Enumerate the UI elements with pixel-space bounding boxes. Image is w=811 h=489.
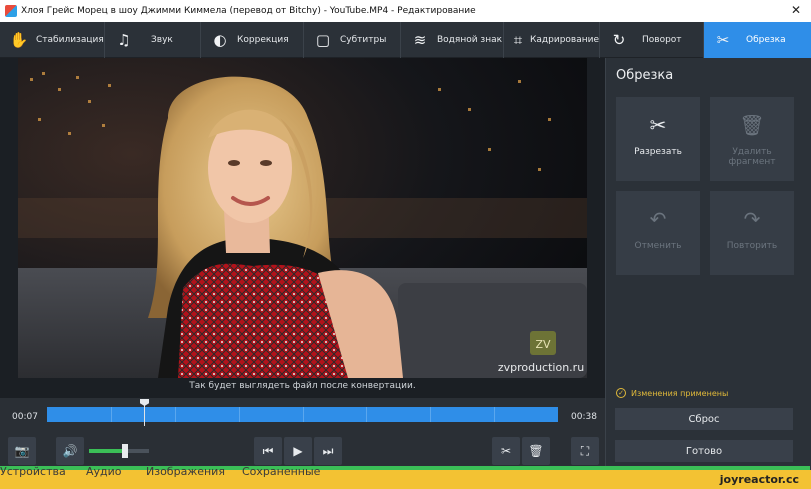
bottom-banner: Устройства Аудио Изображения Сохраненные… bbox=[0, 465, 811, 489]
fullscreen-icon: ⛶ bbox=[580, 443, 590, 458]
tab-label: Поворот bbox=[642, 35, 682, 45]
delete-button[interactable]: 🗑 bbox=[522, 437, 550, 465]
tab-label: Коррекция bbox=[237, 35, 289, 45]
watermark-text: zvproduction.ru bbox=[498, 361, 584, 374]
trash-icon: 🗑 bbox=[739, 113, 765, 137]
done-button[interactable]: Готово bbox=[615, 440, 793, 462]
next-button[interactable]: ⏭ bbox=[314, 437, 342, 465]
scissors-icon: ✂ bbox=[500, 444, 512, 458]
tab-crop[interactable]: ⌗ Кадрирование bbox=[504, 22, 600, 58]
status-text: Изменения применены bbox=[631, 388, 729, 398]
background-tab: Сохраненные bbox=[242, 465, 321, 478]
skip-forward-icon: ⏭ bbox=[322, 443, 334, 458]
snapshot-button[interactable]: 📷 bbox=[8, 437, 36, 465]
video-frame[interactable]: ZV zvproduction.ru bbox=[18, 58, 587, 378]
tab-rotate[interactable]: ↻ Поворот bbox=[600, 22, 704, 58]
volume-fill bbox=[89, 449, 125, 453]
reset-button[interactable]: Сброс bbox=[615, 408, 793, 430]
tab-watermark[interactable]: ≋ Водяной знак bbox=[401, 22, 504, 58]
tab-label: Водяной знак bbox=[437, 35, 503, 45]
panel-title: Обрезка bbox=[616, 68, 674, 83]
site-watermark: joyreactor.cc bbox=[719, 473, 799, 486]
timeline-divider bbox=[303, 407, 304, 422]
tile-label: Разрезать bbox=[634, 147, 682, 157]
end-time: 00:38 bbox=[571, 412, 597, 422]
tab-label: Обрезка bbox=[746, 35, 786, 45]
timeline-divider bbox=[430, 407, 431, 422]
timeline-divider bbox=[366, 407, 367, 422]
start-time: 00:07 bbox=[12, 412, 38, 422]
mute-button[interactable]: 🔊 bbox=[56, 437, 84, 465]
background-tab: Устройства bbox=[0, 465, 66, 478]
timeline-divider bbox=[494, 407, 495, 422]
fullscreen-button[interactable]: ⛶ bbox=[571, 437, 599, 465]
previous-button[interactable]: ⏮ bbox=[254, 437, 282, 465]
title-bar: Хлоя Грейс Морец в шоу Джимми Киммела (п… bbox=[0, 0, 811, 22]
tab-stabilization[interactable]: ✋ Стабилизация bbox=[0, 22, 105, 58]
tool-tabs: ✋ Стабилизация ♫ Звук ◐ Коррекция ▢ Субт… bbox=[0, 22, 811, 58]
undo-button[interactable]: ↶ Отменить bbox=[616, 191, 700, 275]
timeline-divider bbox=[175, 407, 176, 422]
tab-label: Субтитры bbox=[340, 35, 387, 45]
speaker-icon: 🔊 bbox=[62, 444, 78, 458]
tile-label: Удалить фрагмент bbox=[728, 147, 776, 167]
trash-icon: 🗑 bbox=[528, 444, 544, 458]
tile-label: Отменить bbox=[634, 241, 682, 251]
scissors-icon: ✂ bbox=[649, 113, 667, 137]
tab-sound[interactable]: ♫ Звук bbox=[105, 22, 201, 58]
timeline-divider bbox=[239, 407, 240, 422]
preview-area: ZV zvproduction.ru Так будет выглядеть ф… bbox=[0, 58, 605, 398]
camera-icon: 📷 bbox=[14, 444, 30, 458]
preview-caption: Так будет выглядеть файл после конвертац… bbox=[189, 381, 416, 391]
tab-label: Кадрирование bbox=[530, 35, 599, 45]
close-icon[interactable]: ✕ bbox=[791, 3, 801, 17]
speech-bubble-icon: ▢ bbox=[315, 31, 331, 49]
tab-correction[interactable]: ◐ Коррекция bbox=[201, 22, 304, 58]
watermark-logo: ZV bbox=[535, 338, 551, 351]
timeline: 00:07 00:38 bbox=[0, 398, 605, 432]
delete-fragment-button[interactable]: 🗑 Удалить фрагмент bbox=[710, 97, 794, 181]
timeline-divider bbox=[111, 407, 112, 422]
trim-panel: Обрезка ✂ Разрезать 🗑 Удалить фрагмент ↶… bbox=[605, 58, 811, 470]
split-button[interactable]: ✂ Разрезать bbox=[616, 97, 700, 181]
rotate-icon: ↻ bbox=[612, 31, 626, 49]
tab-label: Звук bbox=[151, 35, 173, 45]
status-message: ✓ Изменения применены bbox=[616, 388, 728, 398]
playhead[interactable] bbox=[144, 399, 145, 426]
volume-slider[interactable] bbox=[89, 444, 149, 458]
background-tab: Изображения bbox=[146, 465, 225, 478]
redo-icon: ↷ bbox=[743, 207, 761, 231]
checkmark-icon: ✓ bbox=[616, 388, 626, 398]
volume-knob[interactable] bbox=[122, 444, 128, 458]
tab-trim[interactable]: ✂ Обрезка bbox=[704, 22, 811, 58]
tab-label: Стабилизация bbox=[36, 35, 104, 45]
scissors-icon: ✂ bbox=[716, 31, 730, 49]
video-image: ZV zvproduction.ru bbox=[18, 58, 587, 378]
window-title: Хлоя Грейс Морец в шоу Джимми Киммела (п… bbox=[21, 6, 476, 16]
crop-icon: ⌗ bbox=[513, 31, 523, 49]
watermark-icon: ≋ bbox=[413, 31, 427, 49]
tile-label: Повторить bbox=[726, 241, 778, 251]
background-tab: Аудио bbox=[86, 465, 122, 478]
cut-button[interactable]: ✂ bbox=[492, 437, 520, 465]
hand-stabilize-icon: ✋ bbox=[9, 31, 29, 49]
tab-subtitles[interactable]: ▢ Субтитры bbox=[304, 22, 401, 58]
music-note-icon: ♫ bbox=[117, 31, 131, 49]
play-icon: ▶ bbox=[293, 444, 303, 458]
undo-icon: ↶ bbox=[649, 207, 667, 231]
redo-button[interactable]: ↷ Повторить bbox=[710, 191, 794, 275]
app-icon bbox=[5, 5, 17, 17]
timeline-track[interactable] bbox=[47, 399, 558, 426]
skip-back-icon: ⏮ bbox=[262, 443, 274, 458]
contrast-icon: ◐ bbox=[213, 31, 227, 49]
play-button[interactable]: ▶ bbox=[284, 437, 312, 465]
